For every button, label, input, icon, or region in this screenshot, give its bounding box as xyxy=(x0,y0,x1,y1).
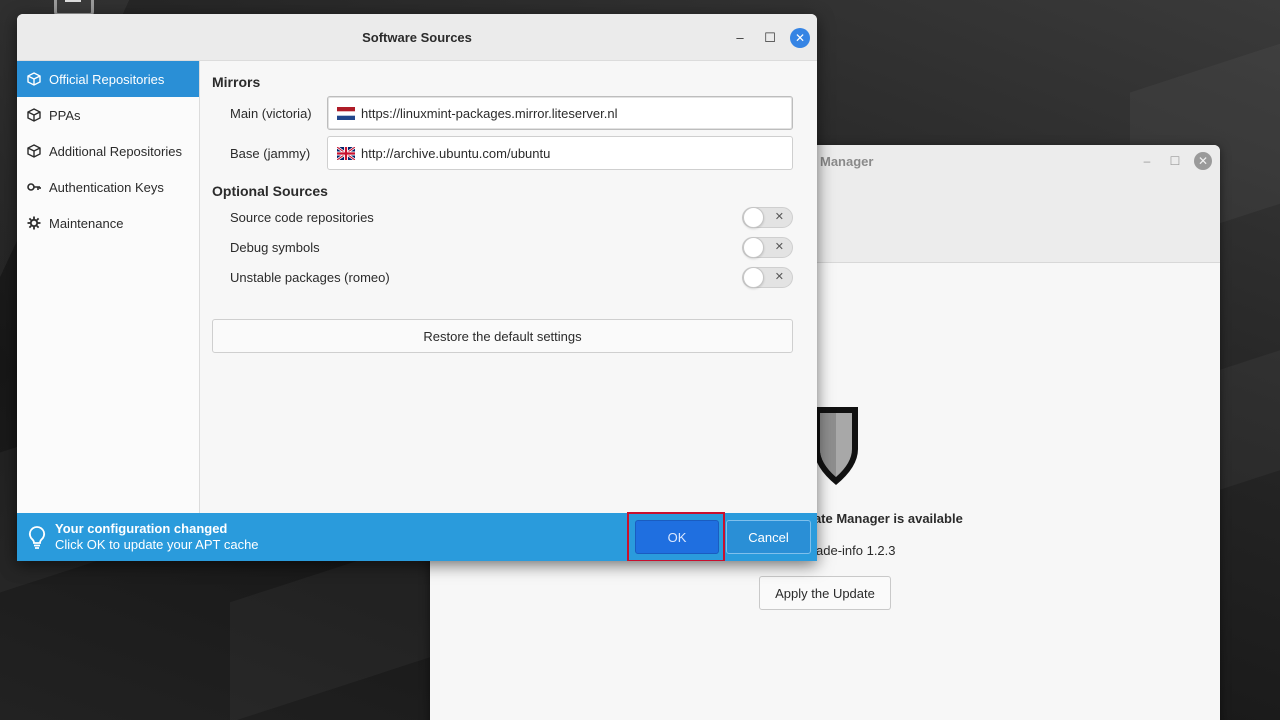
base-mirror-url: http://archive.ubuntu.com/ubuntu xyxy=(361,145,551,161)
update-available-text: date Manager is available xyxy=(806,511,963,526)
base-mirror-label: Base (jammy) xyxy=(230,146,311,161)
shield-icon xyxy=(814,407,858,485)
toggle-off-icon: ✕ xyxy=(774,271,784,283)
config-changed-infobar: Your configuration changed Click OK to u… xyxy=(17,512,817,561)
sidebar-item-maintenance[interactable]: Maintenance xyxy=(17,205,199,241)
toggle-off-icon: ✕ xyxy=(774,241,784,253)
sidebar-item-label: Maintenance xyxy=(49,215,124,231)
cancel-button[interactable]: Cancel xyxy=(726,520,811,554)
toggle-knob xyxy=(743,207,764,228)
main-mirror-url: https://linuxmint-packages.mirror.litese… xyxy=(361,105,618,121)
unstable-packages-toggle[interactable]: ✕ xyxy=(742,267,793,288)
toggle-knob xyxy=(743,267,764,288)
infobar-title: Your configuration changed xyxy=(55,521,228,536)
ok-button[interactable]: OK xyxy=(635,520,719,554)
dialog-titlebar: Software Sources – ☐ ✕ xyxy=(17,14,817,61)
minimize-icon[interactable]: – xyxy=(1138,152,1156,170)
close-icon[interactable]: ✕ xyxy=(790,28,810,48)
sidebar-item-label: Official Repositories xyxy=(49,71,165,87)
base-mirror-field[interactable]: http://archive.ubuntu.com/ubuntu xyxy=(327,136,793,170)
sidebar-item-label: PPAs xyxy=(49,107,81,123)
update-manager-title: Manager xyxy=(820,154,874,169)
update-version-text: ade-info 1.2.3 xyxy=(816,543,896,558)
package-icon xyxy=(27,72,41,86)
infobar-subtitle: Click OK to update your APT cache xyxy=(55,537,259,552)
main-panel: Mirrors Main (victoria) https://linuxmin… xyxy=(200,61,817,513)
maximize-icon[interactable]: ☐ xyxy=(760,28,780,48)
minimize-icon[interactable]: – xyxy=(730,28,750,48)
source-code-label: Source code repositories xyxy=(230,210,374,225)
dialog-title: Software Sources xyxy=(362,30,472,45)
sidebar-item-official-repositories[interactable]: Official Repositories xyxy=(17,61,199,97)
netherlands-flag-icon xyxy=(337,106,355,120)
package-icon xyxy=(27,108,41,122)
restore-defaults-button[interactable]: Restore the default settings xyxy=(212,319,793,353)
apply-update-button[interactable]: Apply the Update xyxy=(759,576,891,610)
optional-sources-heading: Optional Sources xyxy=(212,183,328,199)
lightbulb-icon xyxy=(28,526,46,549)
unstable-packages-label: Unstable packages (romeo) xyxy=(230,270,390,285)
gear-icon xyxy=(27,216,41,230)
uk-flag-icon xyxy=(337,146,355,160)
mirrors-heading: Mirrors xyxy=(212,74,261,90)
software-sources-dialog: Software Sources – ☐ ✕ Official Reposito… xyxy=(17,14,817,561)
sidebar-item-label: Additional Repositories xyxy=(49,143,182,159)
maximize-icon[interactable]: ☐ xyxy=(1166,152,1184,170)
debug-symbols-toggle[interactable]: ✕ xyxy=(742,237,793,258)
sidebar-item-authentication-keys[interactable]: Authentication Keys xyxy=(17,169,199,205)
close-icon[interactable]: ✕ xyxy=(1194,152,1212,170)
source-code-toggle[interactable]: ✕ xyxy=(742,207,793,228)
package-icon xyxy=(27,144,41,158)
main-mirror-label: Main (victoria) xyxy=(230,106,312,121)
toggle-off-icon: ✕ xyxy=(774,211,784,223)
sidebar-item-additional-repositories[interactable]: Additional Repositories xyxy=(17,133,199,169)
key-icon xyxy=(27,180,41,194)
toggle-knob xyxy=(743,237,764,258)
sidebar: Official Repositories PPAs Additional Re… xyxy=(17,61,200,513)
sidebar-item-ppas[interactable]: PPAs xyxy=(17,97,199,133)
sidebar-item-label: Authentication Keys xyxy=(49,179,164,195)
debug-symbols-label: Debug symbols xyxy=(230,240,320,255)
main-mirror-field[interactable]: https://linuxmint-packages.mirror.litese… xyxy=(327,96,793,130)
